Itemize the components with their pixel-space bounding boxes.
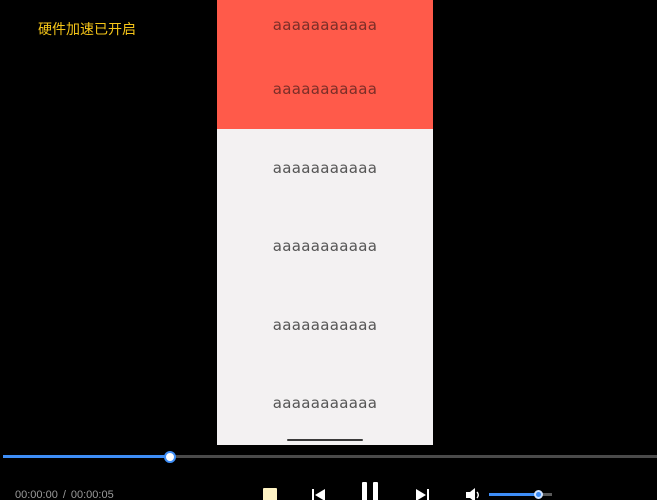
duration: 00:00:05 (70, 489, 114, 500)
next-icon (416, 489, 429, 500)
video-frame: aaaaaaaaaaa aaaaaaaaaaa aaaaaaaaaaa aaaa… (217, 0, 433, 445)
pause-icon (362, 482, 367, 500)
list-item: aaaaaaaaaaa (217, 0, 433, 50)
next-button[interactable] (414, 487, 430, 500)
list-item: aaaaaaaaaaa (217, 207, 433, 286)
home-indicator (287, 439, 363, 441)
phone-list: aaaaaaaaaaa aaaaaaaaaaa aaaaaaaaaaa aaaa… (217, 0, 433, 443)
list-item-label: aaaaaaaaaaa (272, 16, 378, 34)
volume-slider[interactable] (489, 488, 552, 500)
stop-button[interactable] (263, 488, 277, 500)
seek-bar[interactable] (0, 449, 657, 465)
list-item: aaaaaaaaaaa (217, 129, 433, 208)
volume-button[interactable] (465, 487, 483, 500)
list-item-label: aaaaaaaaaaa (272, 80, 378, 99)
volume-fill (489, 493, 539, 496)
list-item: aaaaaaaaaaa (217, 286, 433, 365)
volume-thumb[interactable] (534, 490, 544, 499)
list-item: aaaaaaaaaaa (217, 364, 433, 443)
list-item-label: aaaaaaaaaaa (272, 158, 378, 177)
pause-icon (373, 482, 378, 500)
list-item-label: aaaaaaaaaaa (272, 315, 378, 334)
time-display: 00:00:00 / 00:00:05 (15, 489, 114, 500)
previous-button[interactable] (311, 487, 327, 500)
previous-icon (312, 489, 325, 500)
list-item: aaaaaaaaaaa (217, 50, 433, 129)
pause-button[interactable] (360, 482, 380, 500)
speaker-icon (466, 488, 479, 500)
hardware-acceleration-badge: 硬件加速已开启 (38, 22, 136, 38)
seek-thumb[interactable] (163, 451, 176, 463)
list-item-label: aaaaaaaaaaa (272, 394, 378, 413)
time-separator: / (62, 489, 66, 500)
seek-fill (3, 455, 170, 458)
list-item-label: aaaaaaaaaaa (272, 237, 378, 256)
current-time: 00:00:00 (15, 489, 58, 500)
